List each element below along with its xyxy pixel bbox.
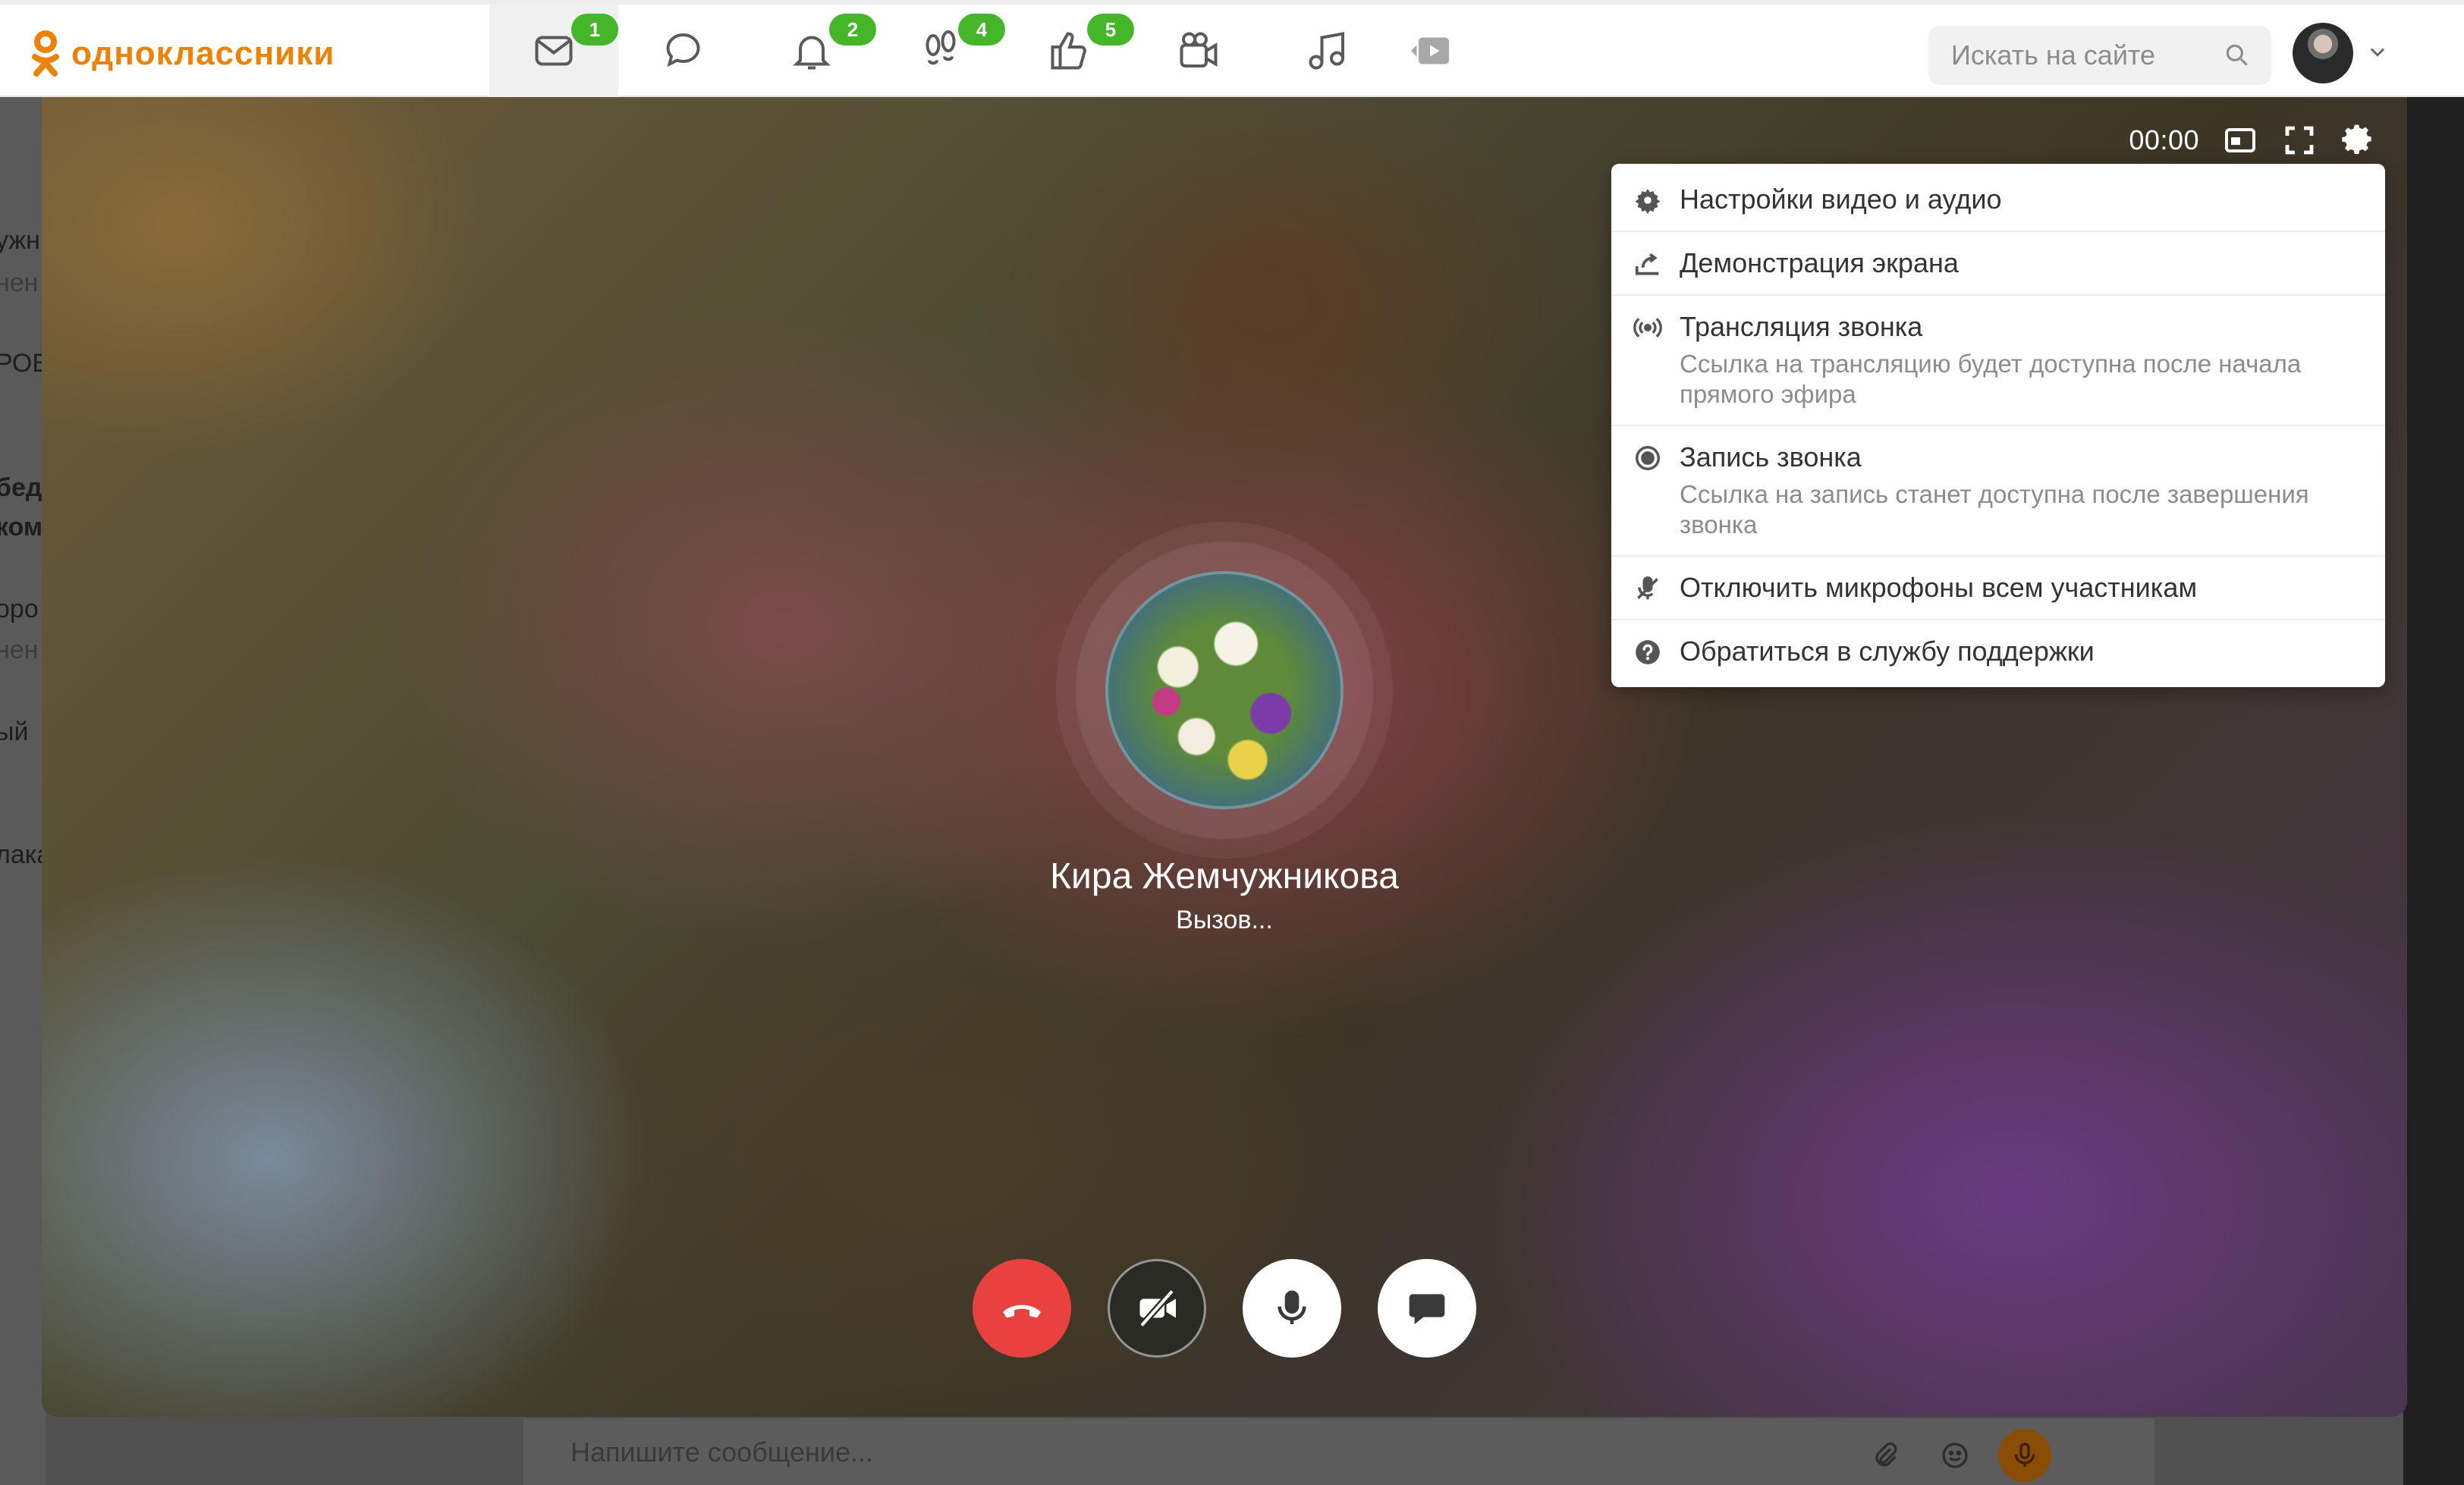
profile-menu[interactable] xyxy=(2293,23,2388,83)
broadcast-icon xyxy=(1633,312,1663,343)
callee-name: Кира Жемчужникова xyxy=(1050,856,1399,896)
call-settings-menu: Настройки видео и аудио Демонстрация экр… xyxy=(1611,164,2385,687)
menu-label: Обратиться в службу поддержки xyxy=(1680,636,2095,667)
call-timer: 00:00 xyxy=(2129,124,2199,155)
thumbs-up-icon xyxy=(1051,32,1087,70)
bg-fragment: ый xyxy=(0,717,29,746)
background-right-panel xyxy=(2403,97,2464,1485)
menu-label: Настройки видео и аудио xyxy=(1680,184,2002,215)
menu-sublabel: Ссылка на запись станет доступна после з… xyxy=(1680,480,2309,538)
menu-item-broadcast[interactable]: Трансляция звонка Ссылка на трансляцию б… xyxy=(1611,296,2385,426)
bg-fragment: нен xyxy=(0,636,39,664)
nav-music[interactable] xyxy=(1263,5,1392,97)
bg-fragment: оро xyxy=(0,595,39,623)
logo[interactable]: одноклассники xyxy=(30,27,335,80)
music-note-icon xyxy=(1309,32,1344,70)
menu-label: Демонстрация экрана xyxy=(1680,247,1959,278)
attach-icon[interactable] xyxy=(1859,1429,1912,1482)
nav-discussions[interactable] xyxy=(618,5,747,97)
call-controls xyxy=(42,1259,2407,1358)
menu-item-video-audio-settings[interactable]: Настройки видео и аудио xyxy=(1611,168,2385,232)
speech-bubble-icon xyxy=(666,33,700,68)
call-status: Вызов... xyxy=(1176,906,1273,934)
nav-events[interactable]: 5 xyxy=(1005,5,1134,97)
menu-item-support[interactable]: Обратиться в службу поддержки xyxy=(1611,620,2385,683)
footprints-icon xyxy=(926,30,956,65)
fullscreen-icon[interactable] xyxy=(2281,122,2318,159)
menu-label: Отключить микрофоны всем участникам xyxy=(1680,572,2198,603)
nav-messages-badge: 1 xyxy=(571,14,618,46)
logo-text: одноклассники xyxy=(71,35,335,72)
call-window: 00:00 Настройки видео и аудио Демонстрац… xyxy=(42,97,2407,1417)
video-camera-icon xyxy=(1180,32,1218,68)
bg-fragment: ком xyxy=(0,513,43,542)
envelope-icon xyxy=(535,36,573,66)
hangup-button[interactable] xyxy=(973,1259,1071,1358)
background-chat-list: ужн нен РОВ бед ком оро нен ый лака xyxy=(0,97,46,1485)
nav-messages[interactable]: 1 xyxy=(489,5,618,97)
play-icon xyxy=(1411,37,1449,64)
bg-fragment: бед xyxy=(0,473,42,502)
menu-item-mute-all[interactable]: Отключить микрофоны всем участникам xyxy=(1611,557,2385,620)
emoji-icon[interactable] xyxy=(1928,1429,1982,1482)
camera-toggle-button[interactable] xyxy=(1108,1259,1206,1358)
camera-off-icon xyxy=(1139,1289,1176,1328)
composer-placeholder[interactable]: Напишите сообщение... xyxy=(570,1436,873,1468)
bg-fragment: лака xyxy=(0,840,46,869)
chat-bubble-icon xyxy=(1409,1294,1445,1324)
phone-hangup-icon xyxy=(1003,1304,1041,1318)
nav-video[interactable] xyxy=(1134,5,1263,97)
bg-fragment: ужн xyxy=(0,226,40,255)
site-search xyxy=(1928,26,2271,85)
main-nav: 1 2 4 5 xyxy=(489,5,1468,97)
menu-item-screen-share[interactable]: Демонстрация экрана xyxy=(1611,232,2385,296)
microphone-icon xyxy=(1278,1290,1306,1324)
search-input[interactable] xyxy=(1951,39,2209,71)
screen-share-icon xyxy=(1633,249,1663,279)
nav-guests-badge: 4 xyxy=(958,14,1005,46)
search-icon[interactable] xyxy=(2223,41,2252,74)
gear-icon xyxy=(1633,185,1663,215)
chat-button[interactable] xyxy=(1378,1259,1476,1358)
menu-sublabel: Ссылка на трансляцию будет доступна посл… xyxy=(1680,350,2302,408)
help-icon xyxy=(1633,637,1663,667)
menu-label: Запись звонка xyxy=(1680,441,1862,472)
ok-logo-icon xyxy=(30,30,61,78)
call-toolbar: 00:00 xyxy=(2129,114,2377,167)
menu-label: Трансляция звонка xyxy=(1680,311,1923,342)
menu-item-record[interactable]: Запись звонка Ссылка на запись станет до… xyxy=(1611,426,2385,557)
bg-fragment: нен xyxy=(0,268,39,297)
microphone-button[interactable] xyxy=(1243,1259,1341,1358)
chevron-down-icon[interactable] xyxy=(2367,41,2388,66)
voice-message-icon[interactable] xyxy=(1998,1429,2051,1482)
message-composer: Напишите сообщение... xyxy=(523,1417,2154,1485)
bell-icon xyxy=(793,36,831,70)
bg-fragment: РОВ xyxy=(0,349,46,378)
nav-notifications-badge: 2 xyxy=(829,14,876,46)
gear-icon[interactable] xyxy=(2340,122,2377,159)
top-bar: одноклассники 1 2 4 5 xyxy=(0,0,2464,97)
callee-avatar xyxy=(1105,571,1344,809)
avatar[interactable] xyxy=(2293,23,2353,83)
record-icon xyxy=(1633,443,1663,473)
nav-guests[interactable]: 4 xyxy=(876,5,1005,97)
mic-off-icon xyxy=(1633,573,1663,604)
nav-events-badge: 5 xyxy=(1087,14,1134,46)
picture-in-picture-icon[interactable] xyxy=(2222,122,2258,159)
nav-video-showcase[interactable] xyxy=(1392,5,1468,97)
nav-notifications[interactable]: 2 xyxy=(747,5,876,97)
